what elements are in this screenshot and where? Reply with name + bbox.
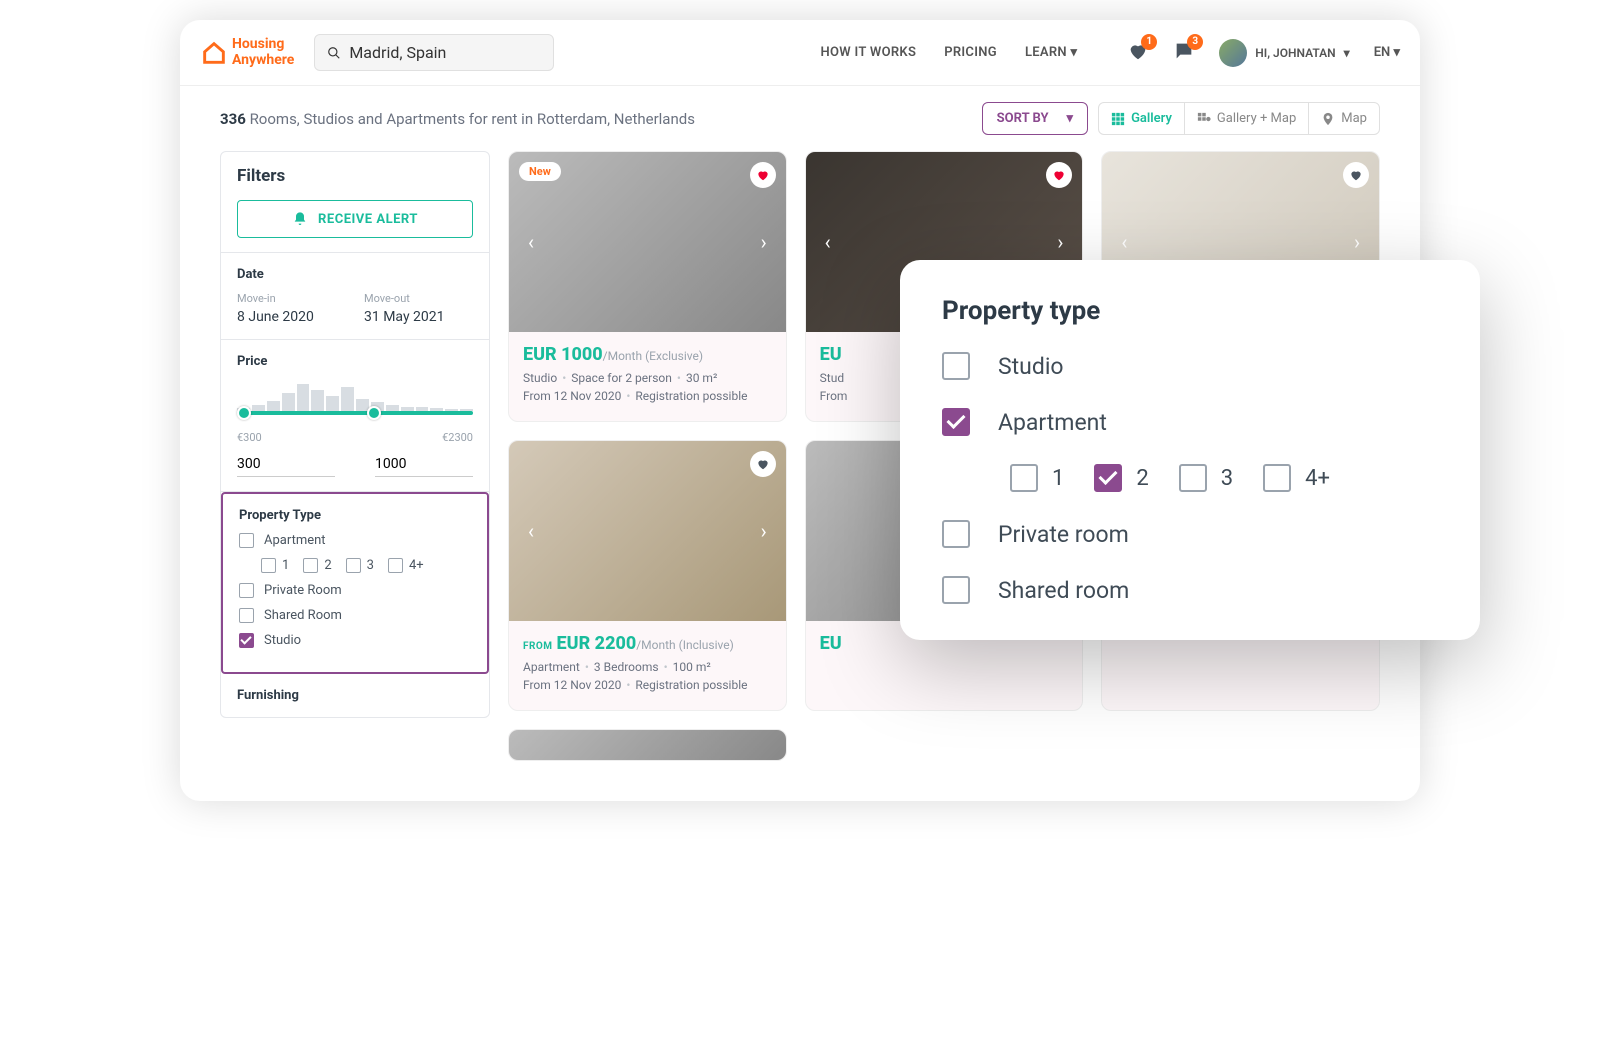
messages-badge: 3 xyxy=(1187,34,1203,50)
favorites-badge: 1 xyxy=(1141,34,1157,50)
prev-image-button[interactable]: ‹ xyxy=(517,517,545,545)
grid-icon xyxy=(1111,112,1125,126)
chevron-down-icon: ▾ xyxy=(1067,111,1074,126)
slider-max-handle[interactable] xyxy=(367,406,381,420)
nav-links: HOW IT WORKS PRICING LEARN ▾ xyxy=(821,45,1078,60)
search-input[interactable]: Madrid, Spain xyxy=(314,34,554,71)
filters-sidebar: Filters RECEIVE ALERT Date Move-in 8 Jun… xyxy=(220,151,490,761)
avatar xyxy=(1219,39,1247,67)
popup-title: Property type xyxy=(942,296,1438,326)
filter-furnishing[interactable]: Furnishing xyxy=(221,674,489,717)
nav-pricing[interactable]: PRICING xyxy=(944,45,997,60)
results-count-line: 336 Rooms, Studios and Apartments for re… xyxy=(220,110,695,128)
popup-bedrooms-1[interactable]: 1 xyxy=(1010,464,1064,492)
checkbox-apartment[interactable]: Apartment xyxy=(239,533,471,548)
view-map[interactable]: Map xyxy=(1309,103,1379,134)
top-icons: 1 3 HI, JOHNATAN ▾ EN ▾ xyxy=(1127,39,1400,67)
property-type-popup: Property type Studio Apartment 1 2 3 4+ … xyxy=(900,260,1480,640)
popup-bedrooms-2[interactable]: 2 xyxy=(1094,464,1148,492)
new-badge: New xyxy=(519,162,561,181)
next-image-button[interactable]: › xyxy=(1046,228,1074,256)
search-icon xyxy=(327,46,341,60)
listing-image xyxy=(509,730,786,760)
nav-how-it-works[interactable]: HOW IT WORKS xyxy=(821,45,917,60)
popup-option-private-room[interactable]: Private room xyxy=(942,520,1438,548)
map-pin-icon xyxy=(1321,112,1335,126)
checkbox-bedrooms-4[interactable]: 4+ xyxy=(388,558,424,573)
search-value: Madrid, Spain xyxy=(349,43,446,62)
favorite-button[interactable] xyxy=(750,451,776,477)
checkbox-studio[interactable]: Studio xyxy=(239,633,471,648)
popup-bedrooms-4[interactable]: 4+ xyxy=(1263,464,1330,492)
checkbox-bedrooms-1[interactable]: 1 xyxy=(261,558,289,573)
price-slider[interactable] xyxy=(237,379,473,429)
checkbox-bedrooms-3[interactable]: 3 xyxy=(346,558,374,573)
popup-option-shared-room[interactable]: Shared room xyxy=(942,576,1438,604)
heart-icon xyxy=(1349,168,1363,182)
filter-property-type: Property Type Apartment 1 2 3 4+ Private… xyxy=(221,492,489,674)
popup-option-apartment[interactable]: Apartment xyxy=(942,408,1438,436)
listing-card[interactable]: New ‹ › EUR 1000/Month (Exclusive) Studi… xyxy=(508,151,787,422)
grid-map-icon xyxy=(1197,112,1211,126)
view-gallery[interactable]: Gallery xyxy=(1099,103,1185,134)
checkbox-bedrooms-2[interactable]: 2 xyxy=(303,558,331,573)
messages-button[interactable]: 3 xyxy=(1173,40,1195,66)
prev-image-button[interactable]: ‹ xyxy=(814,228,842,256)
popup-option-studio[interactable]: Studio xyxy=(942,352,1438,380)
favorite-button[interactable] xyxy=(1046,162,1072,188)
next-image-button[interactable]: › xyxy=(750,228,778,256)
listing-card[interactable]: ‹ › FROMEUR 2200/Month (Inclusive) Apart… xyxy=(508,440,787,711)
language-menu[interactable]: EN ▾ xyxy=(1374,45,1400,60)
heart-icon xyxy=(1052,168,1066,182)
listing-image: ‹ › xyxy=(509,441,786,621)
house-icon xyxy=(200,39,228,67)
topbar: HousingAnywhere Madrid, Spain HOW IT WOR… xyxy=(180,20,1420,86)
listing-image: New ‹ › xyxy=(509,152,786,332)
view-controls: SORT BY▾ Gallery Gallery + Map Map xyxy=(982,102,1380,135)
results-header: 336 Rooms, Studios and Apartments for re… xyxy=(180,86,1420,151)
price-max-input[interactable] xyxy=(375,452,473,477)
sort-button[interactable]: SORT BY▾ xyxy=(982,102,1088,135)
slider-min-handle[interactable] xyxy=(237,406,251,420)
next-image-button[interactable]: › xyxy=(1343,228,1371,256)
prev-image-button[interactable]: ‹ xyxy=(1110,228,1138,256)
heart-icon xyxy=(756,168,770,182)
checkbox-private-room[interactable]: Private Room xyxy=(239,583,471,598)
listing-card[interactable] xyxy=(508,729,787,761)
favorite-button[interactable] xyxy=(750,162,776,188)
brand-logo[interactable]: HousingAnywhere xyxy=(200,37,294,68)
favorite-button[interactable] xyxy=(1343,162,1369,188)
chevron-down-icon: ▾ xyxy=(1344,46,1350,60)
popup-bedrooms-3[interactable]: 3 xyxy=(1179,464,1233,492)
chevron-down-icon: ▾ xyxy=(1070,45,1077,60)
filters-title: Filters xyxy=(237,166,473,186)
price-min-input[interactable] xyxy=(237,452,335,477)
bell-icon xyxy=(292,211,308,227)
checkbox-shared-room[interactable]: Shared Room xyxy=(239,608,471,623)
filter-date: Date Move-in 8 June 2020 Move-out 31 May… xyxy=(221,253,489,340)
prev-image-button[interactable]: ‹ xyxy=(517,228,545,256)
next-image-button[interactable]: › xyxy=(750,517,778,545)
user-menu[interactable]: HI, JOHNATAN ▾ xyxy=(1219,39,1349,67)
move-out-field[interactable]: Move-out 31 May 2021 xyxy=(364,292,473,325)
user-greeting: HI, JOHNATAN xyxy=(1255,46,1335,60)
filter-price: Price €300€2300 xyxy=(221,340,489,492)
heart-icon xyxy=(756,457,770,471)
favorites-button[interactable]: 1 xyxy=(1127,40,1149,66)
nav-learn[interactable]: LEARN ▾ xyxy=(1025,45,1077,60)
receive-alert-button[interactable]: RECEIVE ALERT xyxy=(237,200,473,238)
price-histogram xyxy=(237,381,473,411)
view-gallery-map[interactable]: Gallery + Map xyxy=(1185,103,1309,134)
move-in-field[interactable]: Move-in 8 June 2020 xyxy=(237,292,346,325)
view-toggle: Gallery Gallery + Map Map xyxy=(1098,102,1380,135)
